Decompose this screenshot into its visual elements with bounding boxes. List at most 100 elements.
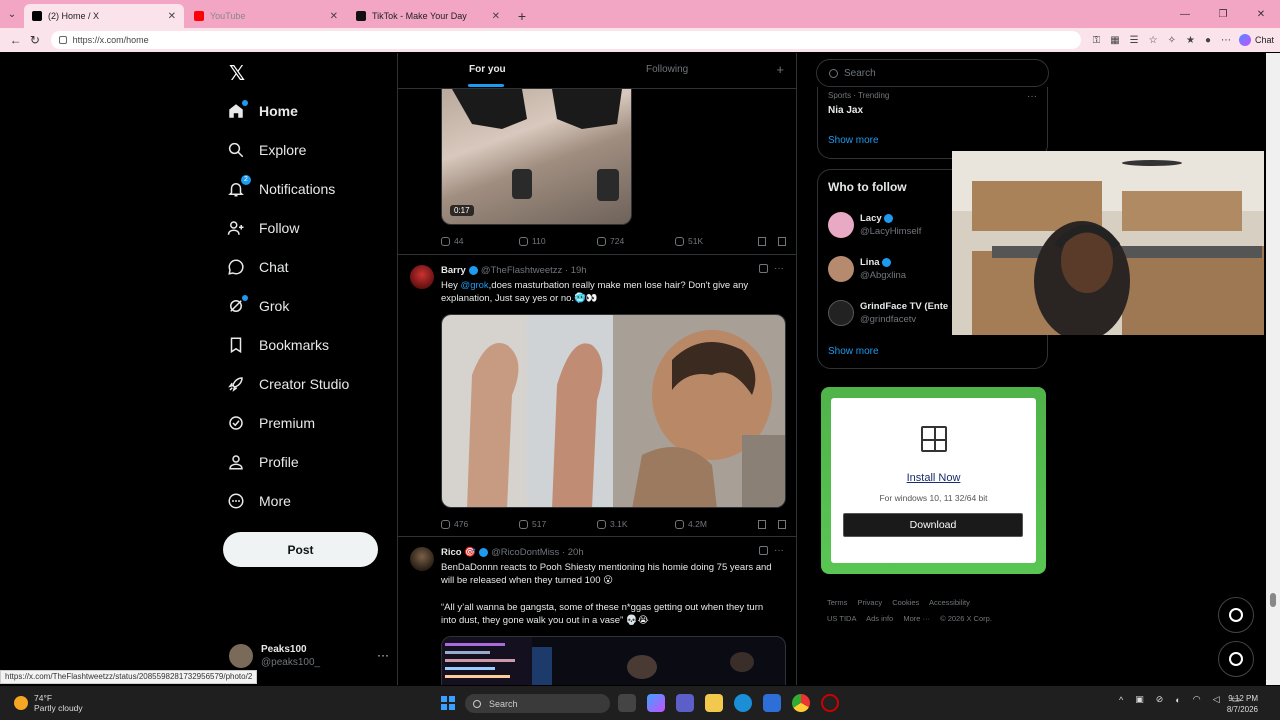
footer-link[interactable]: Accessibility xyxy=(929,598,970,607)
copilot-chat-button[interactable]: Chat xyxy=(1238,34,1274,46)
wifi-icon[interactable]: ◠ xyxy=(1193,694,1201,705)
repost-button[interactable]: 110 xyxy=(519,236,597,246)
trend-more-icon[interactable]: ··· xyxy=(1027,91,1037,102)
post-button[interactable]: Post xyxy=(223,532,378,567)
trend-name[interactable]: Nia Jax xyxy=(828,105,863,116)
bookmark-icon[interactable] xyxy=(758,519,766,529)
tweet-video[interactable]: 0:17 xyxy=(441,89,632,225)
reload-icon[interactable]: ↻ xyxy=(25,33,44,47)
share-icon[interactable] xyxy=(778,519,786,529)
tab-tiktok[interactable]: TikTok - Make Your Day ✕ xyxy=(348,4,508,28)
store-icon[interactable] xyxy=(763,694,781,712)
favorite-star-icon[interactable]: ☆ xyxy=(1149,35,1158,46)
x-logo-icon[interactable]: 𝕏 xyxy=(229,61,245,86)
avatar[interactable] xyxy=(410,547,434,571)
site-info-icon[interactable] xyxy=(58,36,67,44)
tab-youtube[interactable]: YouTube ✕ xyxy=(186,4,346,28)
footer-link[interactable]: Cookies xyxy=(892,598,919,607)
nav-follow[interactable]: Follow xyxy=(227,213,299,243)
settings-more-icon[interactable]: ⋯ xyxy=(1221,35,1231,46)
search-input[interactable]: Search xyxy=(816,59,1049,87)
tab-following[interactable]: Following xyxy=(646,64,688,75)
extension-icon[interactable]: ✧ xyxy=(1168,35,1176,46)
profile-icon[interactable]: ● xyxy=(1205,35,1211,46)
tweet[interactable]: Barry @TheFlashtweetzz · 19h ··· Hey @gro… xyxy=(398,255,796,537)
volume-icon[interactable]: ◁ xyxy=(1213,694,1220,705)
nav-explore[interactable]: Explore xyxy=(227,135,306,165)
repost-button[interactable]: 517 xyxy=(519,519,597,529)
author-handle[interactable]: @RicoDontMiss xyxy=(491,547,559,558)
like-button[interactable]: 3.1K xyxy=(597,519,675,529)
views-button[interactable]: 51K xyxy=(675,236,753,246)
nav-profile[interactable]: Profile xyxy=(227,447,299,477)
key-icon[interactable]: ⚿ xyxy=(1093,35,1101,46)
weather-widget[interactable]: 74°F Partly cloudy xyxy=(14,693,83,713)
close-window-icon[interactable]: ✕ xyxy=(1242,0,1280,28)
tray-chevron-icon[interactable]: ^ xyxy=(1119,695,1123,705)
footer-link[interactable]: Terms xyxy=(827,598,847,607)
favorites-icon[interactable]: ★ xyxy=(1186,35,1195,46)
footer-link[interactable]: More ··· xyxy=(903,614,930,623)
new-tab-plus-icon[interactable]: + xyxy=(510,4,534,28)
reply-button[interactable]: 476 xyxy=(441,519,519,529)
nav-notifications[interactable]: 2 Notifications xyxy=(227,174,335,204)
views-button[interactable]: 4.2M xyxy=(675,519,753,529)
chat-floating-button[interactable] xyxy=(1218,641,1254,677)
windows-start-icon[interactable] xyxy=(441,696,455,710)
close-tab-icon[interactable]: ✕ xyxy=(330,11,338,22)
footer-link[interactable]: Ads info xyxy=(866,614,893,623)
account-switcher[interactable]: Peaks100 @peaks100_ ··· xyxy=(229,639,399,673)
follow-show-more-link[interactable]: Show more xyxy=(828,346,879,357)
taskbar-clock[interactable]: 9:12 PM 8/7/2026 xyxy=(1227,693,1258,715)
trends-show-more-link[interactable]: Show more xyxy=(828,135,879,146)
nav-creator-studio[interactable]: Creator Studio xyxy=(227,369,349,399)
bookmark-icon[interactable] xyxy=(758,236,766,246)
tweet-time[interactable]: 19h xyxy=(571,265,587,276)
author-name[interactable]: Barry xyxy=(441,265,466,276)
footer-link[interactable]: US TIDA xyxy=(827,614,856,623)
download-button[interactable]: Download xyxy=(843,513,1023,537)
tweet-video[interactable] xyxy=(441,636,786,685)
account-more-icon[interactable]: ··· xyxy=(377,648,389,662)
teams-icon[interactable] xyxy=(676,694,694,712)
nav-premium[interactable]: Premium xyxy=(227,408,315,438)
tweet[interactable]: Rico 🎯 @RicoDontMiss · 20h ··· BenDaDonnn… xyxy=(398,537,796,685)
apps-icon[interactable]: ▦ xyxy=(1110,35,1119,46)
footer-link[interactable]: Privacy xyxy=(858,598,883,607)
author-name[interactable]: Rico 🎯 xyxy=(441,547,476,558)
minimize-icon[interactable]: — xyxy=(1166,0,1204,28)
close-tab-icon[interactable]: ✕ xyxy=(492,11,500,22)
tweet-image[interactable] xyxy=(441,314,786,508)
mute-icon[interactable]: ⊘ xyxy=(1156,694,1164,705)
author-handle[interactable]: @TheFlashtweetzz xyxy=(481,265,562,276)
nav-chat[interactable]: Chat xyxy=(227,252,289,282)
edge-icon[interactable] xyxy=(734,694,752,712)
tray-app-icon[interactable]: ◐ xyxy=(1175,695,1180,705)
install-now-link[interactable]: Install Now xyxy=(831,472,1036,484)
mention-link[interactable]: @grok xyxy=(461,280,489,291)
reply-button[interactable]: 44 xyxy=(441,236,519,246)
nav-more[interactable]: More xyxy=(227,486,291,516)
back-arrow-icon[interactable]: ← xyxy=(6,33,25,47)
copilot-icon[interactable] xyxy=(647,694,665,712)
file-explorer-icon[interactable] xyxy=(705,694,723,712)
close-tab-icon[interactable]: ✕ xyxy=(168,11,176,22)
recording-app-icon[interactable] xyxy=(821,694,839,712)
grok-explain-icon[interactable] xyxy=(759,546,768,555)
nav-grok[interactable]: Grok xyxy=(227,291,289,321)
page-scrollbar[interactable] xyxy=(1266,53,1280,685)
tweet-more-icon[interactable]: ··· xyxy=(774,263,784,274)
grok-explain-icon[interactable] xyxy=(759,264,768,273)
task-view-icon[interactable] xyxy=(618,694,636,712)
tab-menu-chevron-icon[interactable]: ⌄ xyxy=(0,0,24,28)
tweet[interactable]: 0:17 44 110 724 51K xyxy=(398,89,796,255)
tweet-more-icon[interactable]: ··· xyxy=(774,545,784,556)
add-timeline-plus-icon[interactable]: + xyxy=(776,62,784,77)
nav-bookmarks[interactable]: Bookmarks xyxy=(227,330,329,360)
avatar[interactable] xyxy=(410,265,434,289)
url-field[interactable]: https://x.com/home xyxy=(50,31,1081,49)
follow-suggestion[interactable]: Lacy @LacyHimself xyxy=(828,210,921,240)
like-button[interactable]: 724 xyxy=(597,236,675,246)
follow-suggestion[interactable]: Lina @Abgxlina xyxy=(828,254,906,284)
nav-home[interactable]: Home xyxy=(227,96,298,126)
